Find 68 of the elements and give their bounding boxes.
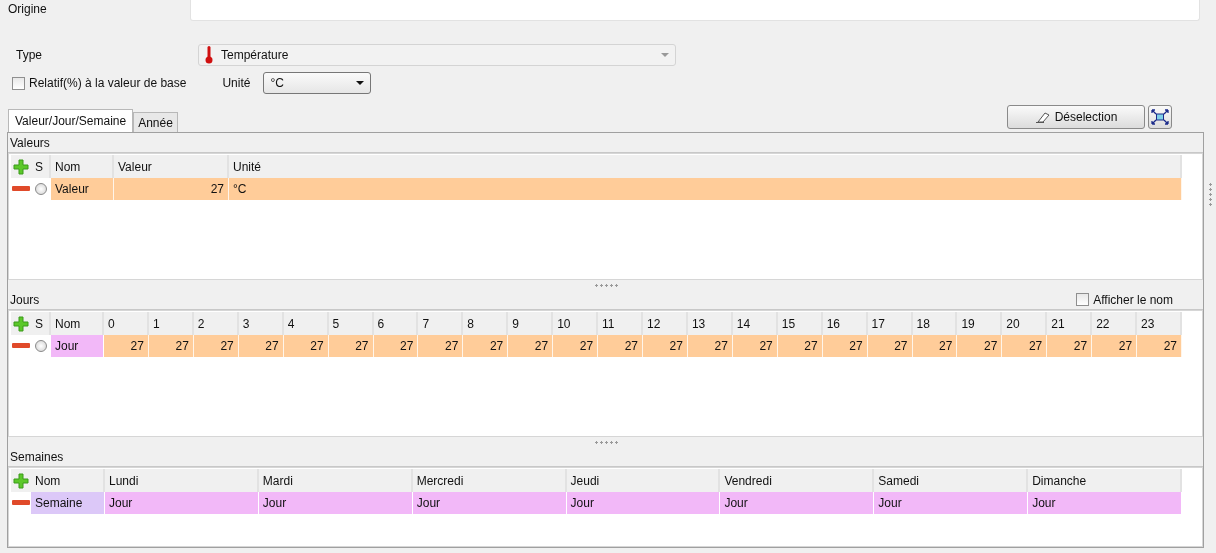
checkbox-label: Afficher le nom [1093,292,1173,307]
table-cell: Jour [51,335,104,357]
table-cell: Jour [258,492,413,514]
thermometer-icon [205,46,213,64]
tab[interactable]: Année [133,112,178,132]
table-cell: 27 [193,335,239,357]
splitter-handle[interactable] [1208,182,1212,208]
table-cell: 27 [104,335,149,357]
unit-dropdown[interactable]: °C [263,72,372,94]
table-cell: Jour [105,492,259,514]
table-cell: Jour [1028,492,1182,514]
table-cell: 27 [957,335,1003,357]
table-cell: 27 [463,335,509,357]
expand-icon [1151,109,1169,125]
table-cell: 27 [1002,335,1048,357]
table-cell: 27 [148,335,194,357]
table-cell: 27 [508,335,554,357]
checkbox-label: Relatif(%) à la valeur de base [29,76,187,90]
radio-button[interactable] [35,340,47,352]
table-cell: 27 [1092,335,1138,357]
table-cell: 27 [373,335,419,357]
table-cell: 27 [553,335,599,357]
table-cell: Jour [412,492,567,514]
field-label: Unité [222,76,251,90]
table-cell: Jour [720,492,875,514]
remove-icon[interactable] [12,500,30,506]
column-header: S [31,312,51,335]
table-cell: 27 [777,335,823,357]
table-cell: 27 [418,335,464,357]
table-cell: 27 [1047,335,1093,357]
table-cell: 27 [732,335,778,357]
field-label: Type [16,48,43,62]
table-cell: 27 [643,335,688,357]
table-cell: Valeur [51,178,114,200]
tab[interactable]: Valeur/Jour/Semaine [8,109,134,132]
eraser-icon [1034,111,1051,123]
remove-icon[interactable] [12,186,30,192]
table-cell: 27 [283,335,329,357]
table-cell: 27 [867,335,913,357]
table-cell: 27 [1137,335,1182,357]
table-cell: 27 [114,178,229,200]
radio-button[interactable] [35,183,47,195]
table-cell: Jour [874,492,1029,514]
table-cell: Jour [566,492,721,514]
origin-field[interactable] [190,0,1200,21]
section-title: Jours [10,292,40,307]
add-icon[interactable] [13,315,29,332]
table-cell: 27 [328,335,374,357]
remove-icon[interactable] [12,343,30,349]
table-cell: 27 [687,335,733,357]
table-cell: 27 [598,335,643,357]
deselect-button[interactable]: Déselection [1007,105,1145,129]
section-title: Valeurs [10,135,50,150]
add-icon[interactable] [13,472,29,489]
table-cell: Semaine [31,492,105,514]
fit-view-button[interactable] [1148,105,1172,129]
checkbox[interactable] [1076,293,1090,306]
table-cell: 27 [238,335,284,357]
checkbox[interactable] [12,76,25,90]
table-cell: 27 [912,335,958,357]
table-cell: °C [229,178,1182,200]
add-icon[interactable] [13,158,29,175]
splitter-handle[interactable] [593,283,618,287]
field-label: Origine [8,2,48,16]
column-header: S [31,155,51,178]
table-cell: 27 [822,335,868,357]
splitter-handle[interactable] [593,440,618,444]
section-title: Semaines [10,449,64,464]
